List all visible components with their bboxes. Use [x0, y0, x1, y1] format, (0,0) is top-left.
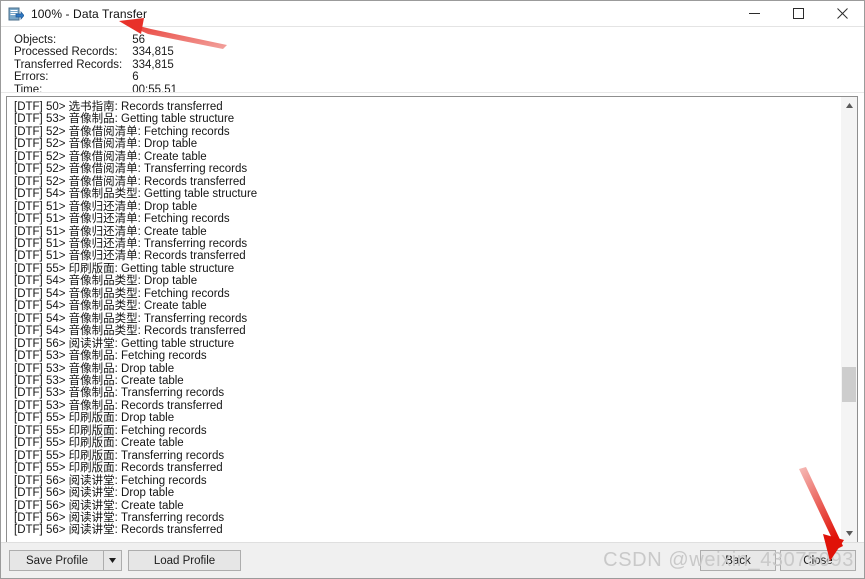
log-line: [DTF] 53> 音像制品: Create table: [14, 374, 184, 387]
stat-row: Objects: 56: [14, 34, 177, 46]
load-profile-label: Load Profile: [153, 554, 216, 567]
log-line: [DTF] 55> 印刷版面: Fetching records: [14, 424, 207, 437]
window-title: 100% - Data Transfer: [31, 6, 148, 21]
close-label: Close: [803, 554, 833, 567]
stat-row: Transferred Records: 334,815: [14, 59, 177, 71]
log-line: [DTF] 54> 音像制品类型: Getting table structur…: [14, 188, 258, 201]
log-line: [DTF] 50> 选书指南: Records transferred: [14, 101, 223, 113]
log-line: [DTF] 53> 音像制品: Fetching records: [14, 350, 207, 363]
scroll-up-arrow-icon[interactable]: [841, 97, 857, 114]
load-profile-button[interactable]: Load Profile: [128, 550, 241, 571]
save-profile-button[interactable]: Save Profile: [9, 550, 122, 571]
log-line: [DTF] 54> 音像制品类型: Fetching records: [14, 287, 230, 300]
stat-value: 00:55.51: [132, 83, 177, 96]
log-line: [DTF] 56> 阅读讲堂: Fetching records: [14, 474, 207, 487]
log-line: [DTF] 54> 音像制品类型: Transferring records: [14, 312, 248, 325]
stat-label: Objects:: [14, 34, 57, 46]
close-button[interactable]: Close: [780, 550, 856, 571]
log-line: [DTF] 54> 音像制品类型: Records transferred: [14, 325, 246, 338]
back-button[interactable]: Back: [700, 550, 776, 571]
log-line: [DTF] 51> 音像归还清单: Transferring records: [14, 237, 248, 250]
log-vertical-scrollbar[interactable]: [840, 97, 857, 542]
log-line: [DTF] 55> 印刷版面: Getting table structure: [14, 262, 235, 275]
log-line: [DTF] 56> 阅读讲堂: Drop table: [14, 487, 175, 500]
log-line: [DTF] 52> 音像借阅清单: Fetching records: [14, 125, 230, 138]
stat-label: Errors:: [14, 71, 49, 84]
stat-value: 56: [132, 34, 146, 46]
window-controls: [732, 1, 864, 26]
stat-row: Processed Records: 334,815: [14, 46, 177, 58]
log-line: [DTF] 53> 音像制品: Drop table: [14, 362, 175, 375]
log-line: [DTF] 51> 音像归还清单: Fetching records: [14, 213, 230, 226]
footer-bar: Save Profile Load Profile Back Close: [1, 542, 864, 578]
log-line: [DTF] 52> 音像借阅清单: Transferring records: [14, 163, 248, 176]
scroll-down-arrow-icon[interactable]: [841, 525, 857, 542]
log-line: [DTF] 53> 音像制品: Transferring records: [14, 387, 225, 400]
log-line: [DTF] 52> 音像借阅清单: Create table: [14, 150, 207, 163]
stat-value: 334,815: [132, 58, 174, 71]
log-line: [DTF] 51> 音像归还清单: Create table: [14, 225, 207, 238]
log-line: [DTF] 55> 印刷版面: Transferring records: [14, 449, 225, 462]
log-line: [DTF] 51> 音像归还清单: Drop table: [14, 200, 198, 213]
log-line: [DTF] 56> 阅读讲堂: Create table: [14, 499, 184, 512]
transfer-statistics: Objects: 56 Processed Records: 334,815 Trans…: [14, 34, 177, 96]
maximize-button[interactable]: [776, 1, 820, 26]
stat-row: Time: 00:55.51: [14, 84, 177, 96]
title-bar: 100% - Data Transfer: [1, 1, 864, 27]
stat-label: Transferred Records:: [14, 58, 123, 71]
stat-row: Errors: 6: [14, 71, 177, 83]
stat-value: 6: [132, 71, 139, 84]
log-line: [DTF] 52> 音像借阅清单: Records transferred: [14, 175, 246, 188]
log-line: [DTF] 56> 阅读讲堂: Getting table structure: [14, 337, 235, 350]
log-line: [DTF] 53> 音像制品: Records transferred: [14, 399, 223, 412]
log-line: [DTF] 56> 阅读讲堂: Transferring records: [14, 511, 225, 524]
close-button-titlebar[interactable]: [820, 1, 864, 26]
log-line: [DTF] 54> 音像制品类型: Create table: [14, 300, 207, 313]
back-label: Back: [725, 554, 751, 567]
data-transfer-icon: [8, 6, 25, 22]
log-panel[interactable]: [DTF] 50> 选书指南: Records transferred [DTF]…: [6, 96, 858, 543]
log-line: [DTF] 55> 印刷版面: Create table: [14, 437, 184, 450]
minimize-button[interactable]: [732, 1, 776, 26]
log-line: [DTF] 56> 阅读讲堂: Records transferred: [14, 524, 223, 537]
log-line: [DTF] 55> 印刷版面: Drop table: [14, 412, 175, 425]
stats-divider: [1, 92, 864, 93]
log-line: [DTF] 54> 音像制品类型: Drop table: [14, 275, 198, 288]
log-line: [DTF] 53> 音像制品: Getting table structure: [14, 113, 235, 126]
log-line: [DTF] 52> 音像借阅清单: Drop table: [14, 138, 198, 151]
save-profile-label: Save Profile: [25, 554, 88, 567]
save-profile-dropdown-icon[interactable]: [103, 551, 121, 570]
stat-label: Time:: [14, 83, 43, 96]
stat-label: Processed Records:: [14, 46, 118, 59]
log-line: [DTF] 51> 音像归还清单: Records transferred: [14, 250, 246, 263]
log-line: [DTF] 55> 印刷版面: Records transferred: [14, 462, 223, 475]
scrollbar-thumb[interactable]: [842, 367, 856, 402]
data-transfer-window: 100% - Data Transfer Objects: 56 Processed…: [0, 0, 865, 579]
stat-value: 334,815: [132, 46, 174, 59]
log-line-list: [DTF] 50> 选书指南: Records transferred [DTF]…: [7, 101, 840, 537]
